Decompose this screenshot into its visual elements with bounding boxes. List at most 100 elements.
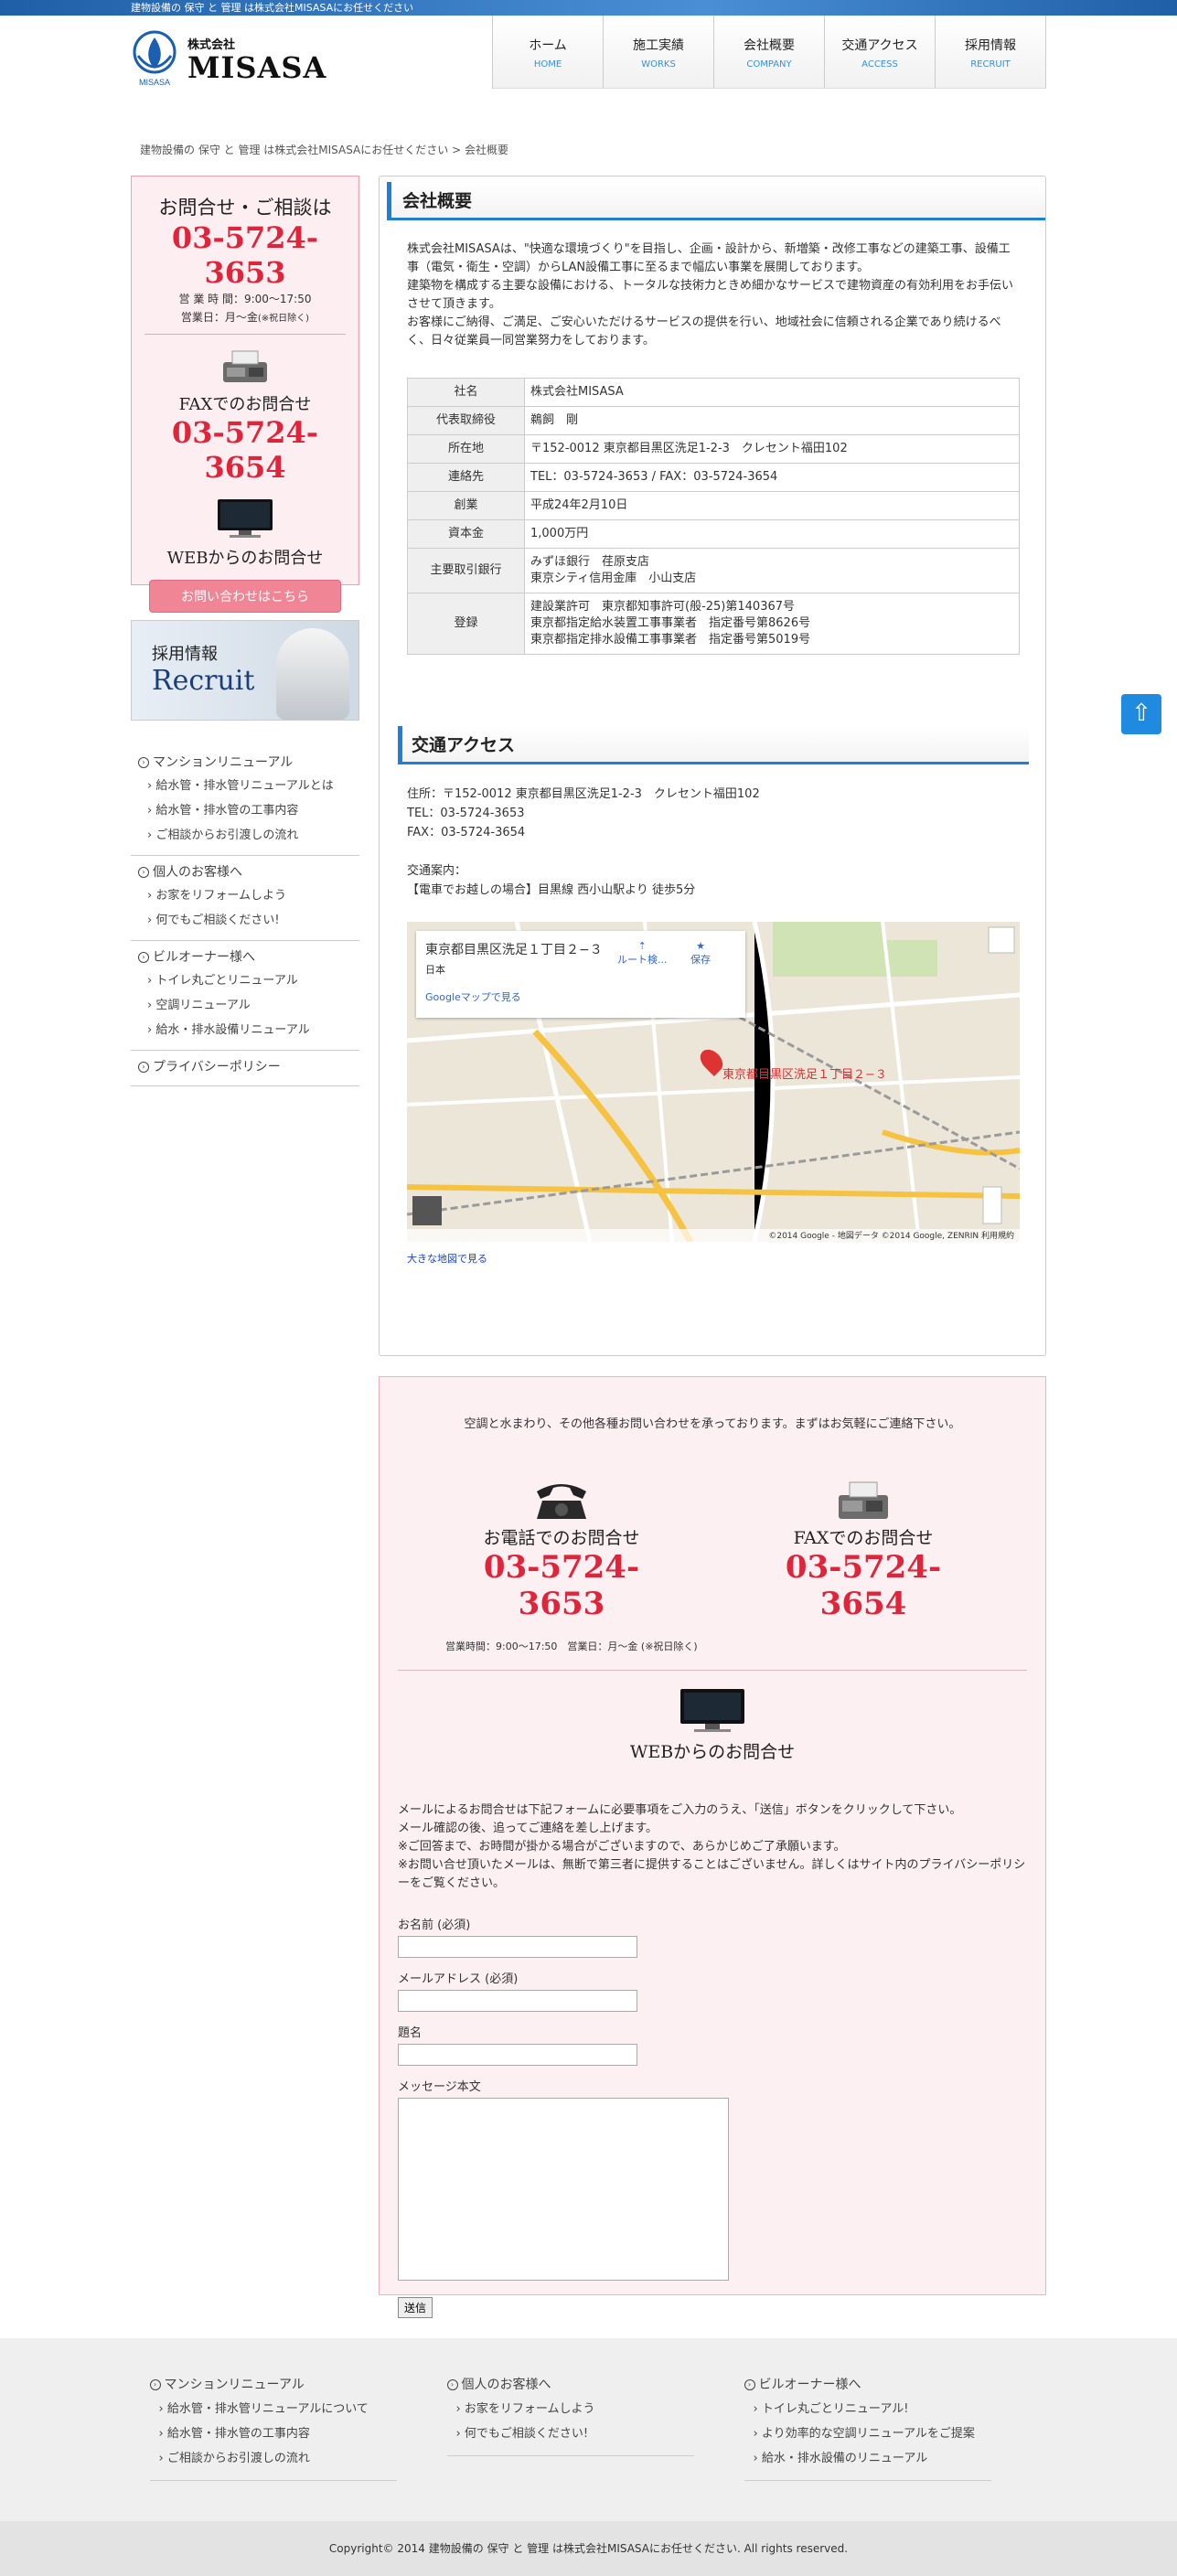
footer-item-label: 個人のお客様へ [461,2378,551,2392]
sidebar-subitem-label: 空調リニューアル [155,999,251,1012]
table-row: 資本金 1,000万円 [407,519,1020,549]
sidebar-subitem[interactable]: › 給水・排水設備リニューアル [138,1018,359,1042]
arrow-circle-icon: › [149,2379,161,2390]
footer-subitem-label: 給水管・排水管の工事内容 [166,2427,310,2441]
name-field[interactable] [398,1936,637,1958]
value-line: 建設業許可 東京都知事許可(般-25)第140367号 [530,600,796,614]
table-value: 平成24年2月10日 [524,491,1020,520]
footer-subitem-label: より効率的な空調リニューアルをご提案 [761,2427,975,2441]
form-instructions: メールによるお問合せは下記フォームに必要事項をご入力のうえ、「送信」ボタンをクリ… [380,1763,1045,1893]
top-tagline: 建物設備の 保守 と 管理 は株式会社MISASAにお任せください [0,0,1177,16]
access-line: 交通案内： [407,864,467,878]
footer-subitem-label: トイレ丸ごとリニューアル! [761,2402,909,2416]
fax-caption: FAXでのお問合せ [793,1528,934,1548]
table-key: 資本金 [407,519,525,549]
breadcrumb-home-link[interactable]: 建物設備の 保守 と 管理 は株式会社MISASAにお任せください [140,144,448,156]
scroll-to-top-button[interactable]: ⇧ [1121,694,1161,734]
sidebar-subitem[interactable]: › トイレ丸ごとリニューアル [138,968,359,993]
sidebar-item-label: 個人のお客様へ [153,865,242,880]
sidebar-subitem[interactable]: › お家をリフォームしよう [138,883,359,908]
google-map[interactable]: 東京都目黒区洗足１丁目２−３ 日本 ⇡ ルート検... ★ 保存 Googleマップ… [407,922,1020,1242]
nav-home[interactable]: ホーム HOME [493,16,604,89]
contact-form-button[interactable]: お問い合わせはこちら [149,580,341,613]
section-heading-company: 会社概要 [387,182,1045,220]
breadcrumb-current: 会社概要 [464,144,508,156]
subject-field[interactable] [398,2044,637,2066]
nav-label: 会社概要 [744,38,795,53]
table-key: 創業 [407,491,525,520]
message-label: メッセージ本文 [398,2080,481,2094]
company-panel: 会社概要 株式会社MISASAは、"快適な環境づくり"を目指し、企画・設計から、… [379,176,1046,1356]
fax-title: FAXでのお問合せ [178,395,312,414]
email-label: メールアドレス (必須) [398,1972,519,1986]
submit-button[interactable]: 送信 [398,2297,433,2318]
footer-item-individual[interactable]: › 個人のお客様へ [446,2373,694,2397]
logo-mark-text: MISASA [138,78,170,87]
sidebar-subitem-label: 何でもご相談ください! [155,914,280,927]
footer-subitem[interactable]: › 給水・排水設備のリニューアル [744,2446,991,2471]
nav-sublabel: HOME [533,59,562,69]
worker-photo [276,628,349,720]
logo-mark-icon: MISASA [131,28,178,89]
nav-company[interactable]: 会社概要 COMPANY [714,16,825,89]
sidebar-subitem[interactable]: › ご相談からお引渡しの流れ [138,823,359,848]
business-hours: 営 業 時 間：9:00〜17:50 [178,293,312,305]
contact-title: お問合せ・ご相談は [158,197,332,219]
map-route-button[interactable]: ⇡ ルート検... [617,940,668,967]
table-row: 創業 平成24年2月10日 [407,491,1020,520]
access-line: 住所：〒152-0012 東京都目黒区洗足1-2-3 クレセント福田102 [407,787,760,801]
footer-subitem[interactable]: › トイレ丸ごとリニューアル! [744,2397,991,2421]
message-field[interactable] [398,2098,729,2281]
nav-works[interactable]: 施工実績 WORKS [604,16,714,89]
footer-item-building-owner[interactable]: › ビルオーナー様へ [744,2373,991,2397]
table-key: 連絡先 [407,463,525,492]
table-row: 所在地 〒152-0012 東京都目黒区洗足1-2-3 クレセント福田102 [407,434,1020,464]
content-wrapper: お問合せ・ご相談は 03-5724-3653 営 業 時 間：9:00〜17:5… [131,176,1046,2318]
sidebar-item-individual[interactable]: › 個人のお客様へ [138,861,359,883]
footer-subitem[interactable]: › 給水管・排水管の工事内容 [150,2421,397,2446]
sidebar-fax-number: 03-5724-3654 [171,415,319,485]
breadcrumb-separator: > [452,144,462,156]
sidebar-tel-number[interactable]: 03-5724-3653 [132,220,358,290]
phone-number[interactable]: 03-5724-3653 [452,1549,671,1622]
footer-subitem[interactable]: › より効率的な空調リニューアルをご提案 [744,2421,991,2446]
sidebar-subitem[interactable]: › 給水管・排水管リニューアルとは [138,774,359,798]
inquiry-contacts: お電話でのお問合せ 03-5724-3653 FAXでのお問合せ 03-5724… [380,1479,1045,1622]
access-line: TEL：03-5724-3653 [407,807,525,820]
footer-column: › マンションリニューアル › 給水管・排水管リニューアルについて › 給水管・排… [149,2373,397,2481]
access-info: 住所：〒152-0012 東京都目黒区洗足1-2-3 クレセント福田102 TE… [380,764,1045,900]
global-nav: ホーム HOME 施工実績 WORKS 会社概要 COMPANY 交通アクセス ACCE… [492,16,1046,89]
sidebar-item-privacy[interactable]: › プライバシーポリシー [138,1056,359,1078]
sidebar-subitem[interactable]: › 給水管・排水管の工事内容 [138,798,359,823]
inquiry-fax: FAXでのお問合せ 03-5724-3654 [754,1479,973,1622]
business-days-note: (※祝日除く) [257,314,310,324]
table-value: 〒152-0012 東京都目黒区洗足1-2-3 クレセント福田102 [524,434,1020,464]
sidebar-subitem[interactable]: › 空調リニューアル [138,993,359,1018]
footer-subitem[interactable]: › 何でもご相談ください! [447,2421,694,2446]
monitor-icon [215,497,275,540]
site-logo[interactable]: MISASA 株式会社 MISASA [131,28,326,89]
map-save-button[interactable]: ★ 保存 [690,940,711,967]
arrow-circle-icon: › [138,757,149,768]
nav-recruit[interactable]: 採用情報 RECRUIT [936,16,1046,89]
inquiry-lead: 空調と水まわり、その他各種お問い合わせを承っております。まずはお気軽にご連絡下さ… [464,1417,961,1431]
sidebar-item-building-owner[interactable]: › ビルオーナー様へ [138,946,359,968]
recruit-banner[interactable]: 採用情報 Recruit [131,620,359,721]
footer-subitem[interactable]: › お家をリフォームしよう [447,2397,694,2421]
footer-subitem[interactable]: › 給水管・排水管リニューアルについて [150,2397,397,2421]
table-value: 1,000万円 [524,519,1020,549]
open-in-google-maps-link[interactable]: Googleマップで見る [425,989,736,1004]
sidebar-subitem[interactable]: › 何でもご相談ください! [138,908,359,933]
footer-subitem[interactable]: › ご相談からお引渡しの流れ [150,2446,397,2471]
large-map-link[interactable]: 大きな地図で見る [407,1251,1045,1266]
map-route-label: ルート検... [617,954,668,966]
sidebar-item-mansion[interactable]: › マンションリニューアル [138,752,359,774]
sidebar-nav: › マンションリニューアル › 給水管・排水管リニューアルとは › 給水管・排水管… [131,746,359,1086]
nav-access[interactable]: 交通アクセス ACCESS [825,16,936,89]
footer-item-mansion[interactable]: › マンションリニューアル [149,2373,397,2397]
email-field[interactable] [398,1990,637,2012]
nav-label: 施工実績 [633,38,684,53]
instruction-line: メールによるお問合せは下記フォームに必要事項をご入力のうえ、「送信」ボタンをクリ… [398,1803,962,1817]
directions-icon: ⇡ [637,940,647,952]
star-icon: ★ [696,940,705,952]
